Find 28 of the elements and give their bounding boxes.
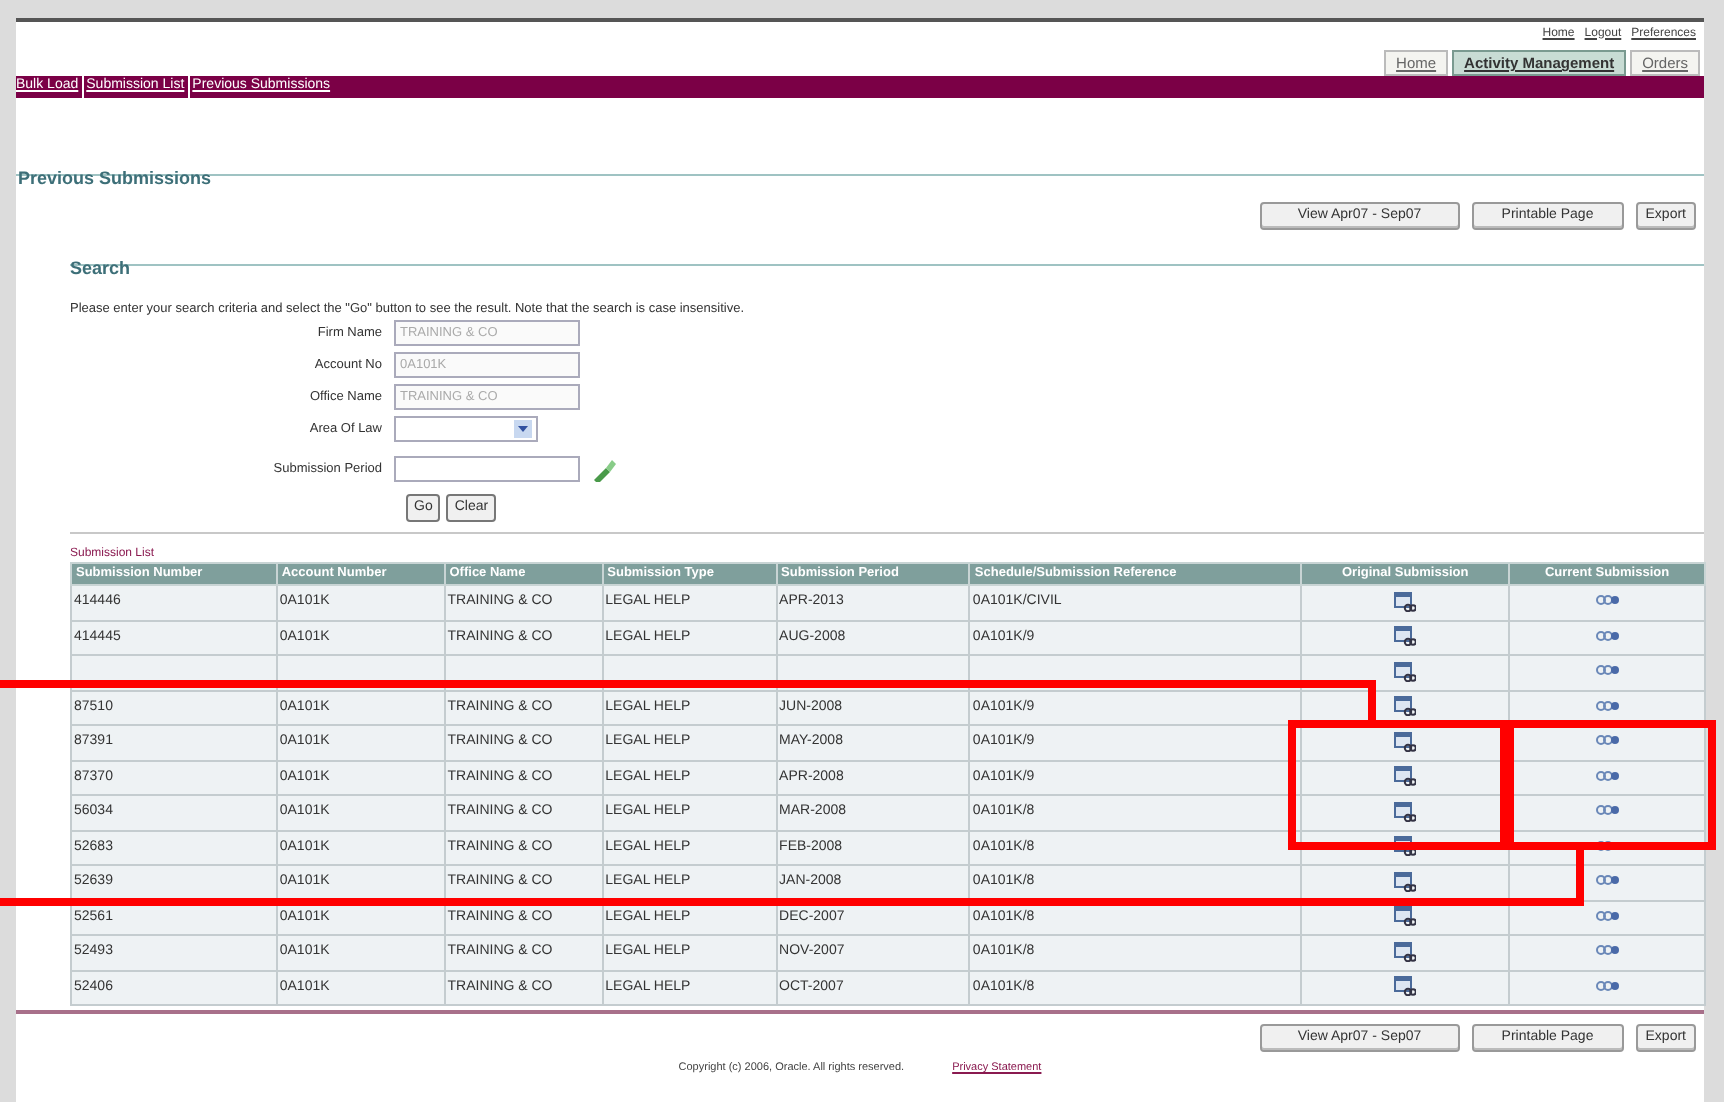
document-icon[interactable]: [1394, 661, 1417, 682]
chain-icon[interactable]: [1595, 699, 1620, 712]
document-icon[interactable]: [1394, 626, 1417, 647]
document-icon[interactable]: [1394, 696, 1417, 717]
chain-icon[interactable]: [1595, 769, 1620, 782]
page-title: Previous Submissions: [16, 168, 212, 188]
document-icon[interactable]: [1394, 731, 1417, 752]
chain-icon[interactable]: [1595, 629, 1620, 642]
date-field[interactable]: [394, 456, 580, 482]
dropdown-field[interactable]: [394, 416, 538, 442]
document-icon[interactable]: [1394, 976, 1417, 997]
chain-icon[interactable]: [1595, 874, 1620, 887]
chain-icon[interactable]: [1595, 944, 1620, 957]
chain-icon[interactable]: [1595, 594, 1620, 607]
document-icon[interactable]: [1394, 906, 1417, 927]
document-icon[interactable]: [1394, 836, 1417, 857]
chain-icon[interactable]: [1595, 734, 1620, 747]
document-icon[interactable]: [1394, 871, 1417, 892]
document-icon[interactable]: [1394, 766, 1417, 787]
chain-icon[interactable]: [1595, 909, 1620, 922]
document-icon[interactable]: [1394, 591, 1417, 612]
section-heading: Search: [70, 258, 131, 278]
chain-icon[interactable]: [1595, 664, 1620, 677]
dropdown-arrow-icon: [514, 420, 532, 438]
chain-icon[interactable]: [1595, 979, 1620, 992]
document-icon[interactable]: [1394, 941, 1417, 962]
document-icon[interactable]: [1394, 801, 1417, 822]
chain-icon[interactable]: [1595, 804, 1620, 817]
